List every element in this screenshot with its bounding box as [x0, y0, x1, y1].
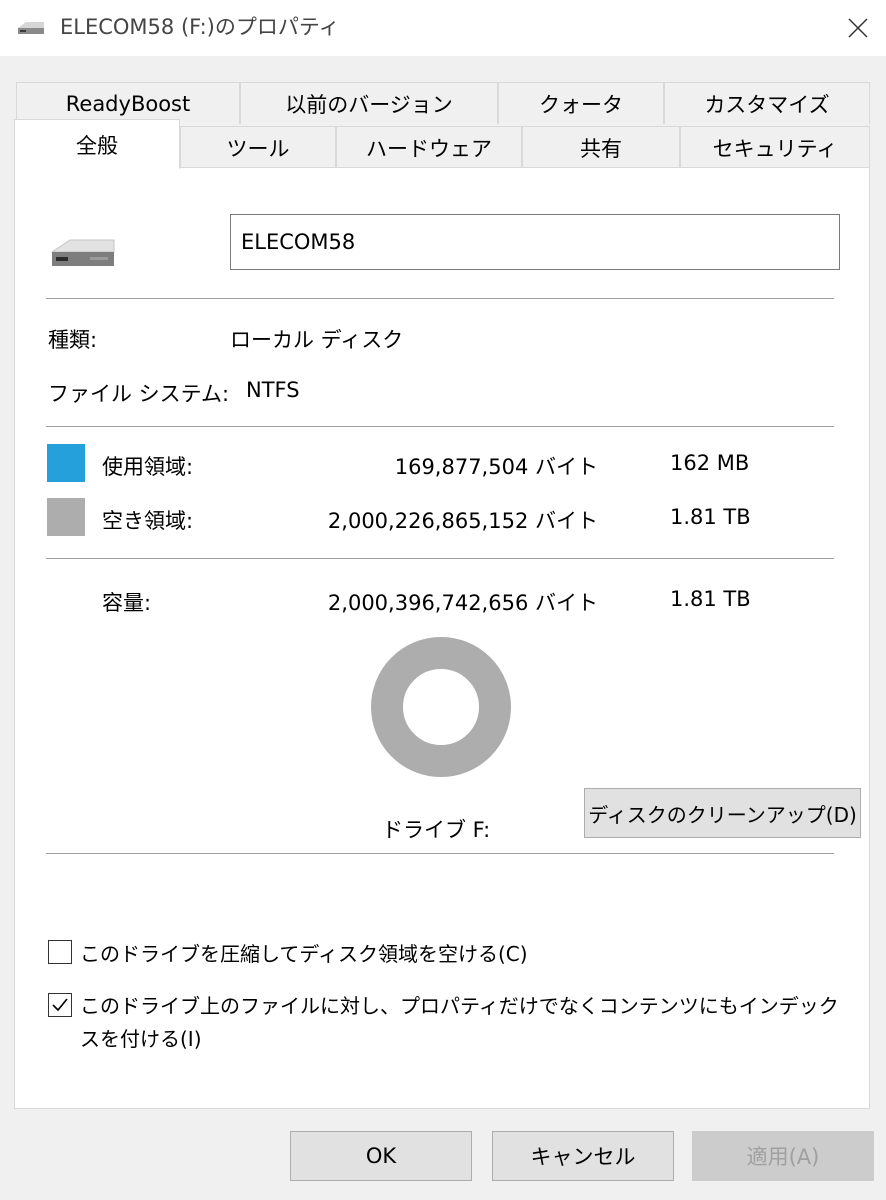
used-space-swatch	[47, 444, 85, 482]
used-space-bytes: 169,877,504 バイト	[394, 455, 598, 479]
free-space-swatch	[47, 498, 85, 536]
cancel-button[interactable]: キャンセル	[492, 1131, 674, 1181]
index-checkbox[interactable]	[48, 993, 72, 1017]
separator	[46, 426, 834, 427]
drive-icon	[16, 20, 46, 40]
volume-name-input[interactable]	[230, 214, 840, 270]
ok-button[interactable]: OK	[290, 1131, 472, 1181]
disk-cleanup-button[interactable]: ディスクのクリーンアップ(D)	[584, 788, 861, 838]
donut-slice-free	[371, 637, 511, 777]
close-button[interactable]	[830, 0, 886, 56]
apply-button[interactable]: 適用(A)	[692, 1131, 874, 1181]
capacity-size: 1.81 TB	[670, 587, 751, 611]
type-value: ローカル ディスク	[230, 328, 404, 352]
tab-general[interactable]: 全般	[14, 119, 180, 169]
hard-drive-icon	[50, 236, 116, 274]
type-label: 種類:	[48, 328, 98, 352]
file-system-label: ファイル システム:	[48, 382, 230, 406]
usage-donut-chart	[371, 637, 511, 777]
title-bar: ELECOM58 (F:)のプロパティ	[0, 0, 886, 56]
checkmark-icon	[52, 998, 68, 1012]
used-space-label: 使用領域:	[102, 455, 194, 479]
tab-security[interactable]: セキュリティ	[680, 126, 870, 168]
used-space-size: 162 MB	[670, 451, 750, 475]
separator	[46, 853, 834, 854]
tab-quota[interactable]: クォータ	[498, 82, 664, 124]
drive-letter-label: ドライブ F:	[382, 818, 491, 842]
separator	[46, 298, 834, 299]
tab-readyboost[interactable]: ReadyBoost	[16, 82, 240, 124]
window-title: ELECOM58 (F:)のプロパティ	[60, 15, 340, 39]
tab-previous-versions[interactable]: 以前のバージョン	[240, 82, 498, 124]
file-system-value: NTFS	[246, 378, 300, 402]
capacity-bytes: 2,000,396,742,656 バイト	[327, 591, 598, 615]
capacity-label: 容量:	[102, 591, 152, 615]
close-icon	[848, 18, 868, 38]
tab-customize[interactable]: カスタマイズ	[664, 82, 870, 124]
index-checkbox-label-line2: スを付ける(I)	[80, 1027, 202, 1051]
tab-sharing[interactable]: 共有	[522, 126, 680, 168]
compress-checkbox[interactable]	[48, 940, 72, 964]
compress-checkbox-label: このドライブを圧縮してディスク領域を空ける(C)	[80, 942, 528, 966]
index-checkbox-label-line1: このドライブ上のファイルに対し、プロパティだけでなくコンテンツにもインデック	[80, 994, 839, 1018]
free-space-bytes: 2,000,226,865,152 バイト	[327, 509, 598, 533]
tab-hardware[interactable]: ハードウェア	[336, 126, 522, 168]
tab-tools[interactable]: ツール	[180, 126, 336, 168]
free-space-label: 空き領域:	[102, 509, 194, 533]
separator	[46, 558, 834, 559]
free-space-size: 1.81 TB	[670, 505, 751, 529]
